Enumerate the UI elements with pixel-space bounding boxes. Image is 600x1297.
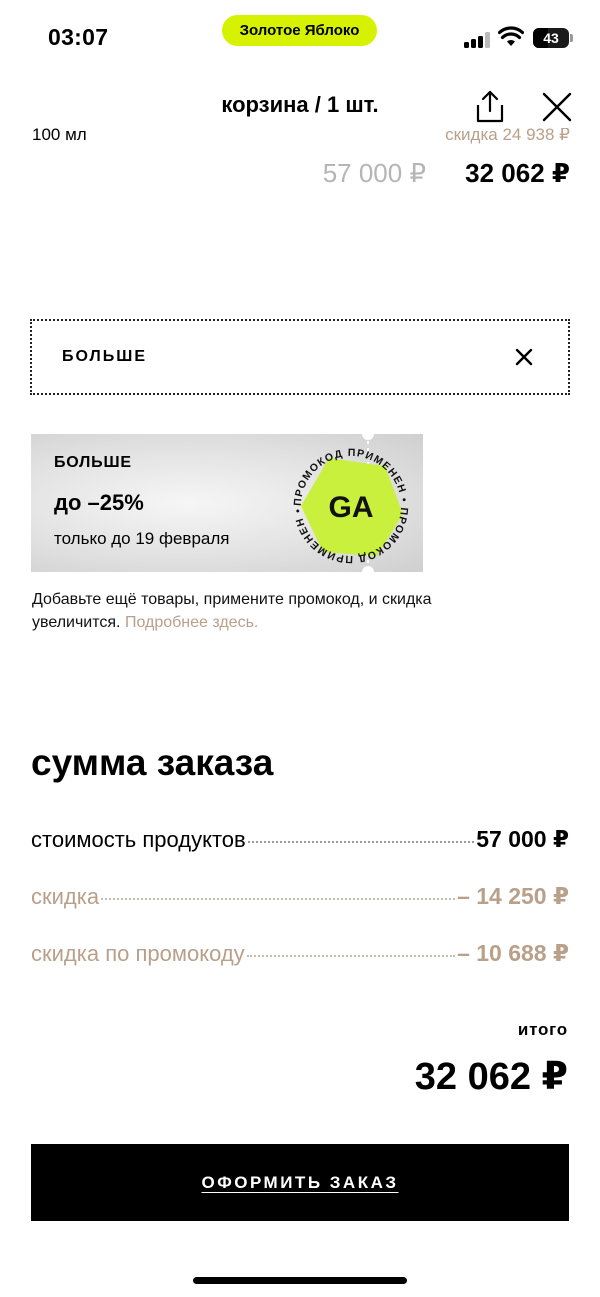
product-volume: 100 мл [32, 128, 87, 144]
summary-row-promo-discount: скидка по промокоду – 10 688 ₽ [31, 940, 569, 970]
home-indicator[interactable] [193, 1277, 407, 1284]
page-title: корзина / 1 шт. [221, 92, 379, 117]
dotted-leader [247, 841, 475, 843]
summary-row-discount: скидка – 14 250 ₽ [31, 883, 569, 913]
badge-logo: GA [329, 491, 374, 524]
dotted-leader [101, 898, 456, 900]
close-icon[interactable] [514, 347, 534, 367]
banner-notch [362, 434, 374, 440]
total-label: итого [517, 1020, 568, 1039]
summary-title: сумма заказа [31, 742, 274, 783]
battery-percent: 43 [543, 30, 559, 46]
banner-date: только до 19 февраля [54, 529, 230, 548]
summary-row-value: 57 000 ₽ [476, 826, 569, 852]
battery-icon: 43 [533, 28, 569, 48]
summary-row-label: скидка [31, 884, 100, 909]
product-discount: скидка 24 938 ₽ [445, 128, 570, 144]
applied-promo-code: БОЛЬШЕ [30, 319, 570, 395]
product-new-price: 32 062 ₽ [465, 158, 570, 188]
promo-code-text: БОЛЬШЕ [62, 348, 148, 365]
status-time: 03:07 [48, 24, 109, 50]
wifi-icon [498, 26, 524, 46]
total-value: 32 062 ₽ [414, 1056, 568, 1098]
product-old-price: 57 000 ₽ [322, 158, 426, 188]
app-indicator-pill[interactable]: Золотое Яблоко [222, 15, 377, 46]
promo-banner[interactable]: БОЛЬШЕ до –25% только до 19 февраля ПРОМ… [31, 434, 423, 572]
banner-promo-code: БОЛЬШЕ [54, 454, 132, 471]
share-icon[interactable] [472, 88, 508, 124]
dotted-leader [246, 955, 456, 957]
checkout-button[interactable]: ОФОРМИТЬ ЗАКАЗ [31, 1144, 569, 1221]
status-bar: 03:07 Золотое Яблоко 43 [0, 0, 600, 72]
summary-row-label: стоимость продуктов [31, 827, 246, 852]
summary-row-value: – 10 688 ₽ [457, 940, 569, 966]
promo-details-link[interactable]: Подробнее здесь. [125, 614, 258, 631]
banner-discount: до –25% [54, 490, 144, 515]
signal-icon [464, 32, 490, 48]
battery-cap [570, 34, 573, 42]
summary-row-value: – 14 250 ₽ [457, 883, 569, 909]
close-icon[interactable] [540, 90, 574, 124]
promo-note: Добавьте ещё товары, примените промокод,… [32, 588, 432, 634]
summary-row-label: скидка по промокоду [31, 941, 245, 966]
promo-applied-badge-icon: ПРОМОКОД ПРИМЕНЕН • ПРОМОКОД ПРИМЕНЕН • … [292, 447, 409, 565]
summary-row-products: стоимость продуктов 57 000 ₽ [31, 826, 569, 856]
